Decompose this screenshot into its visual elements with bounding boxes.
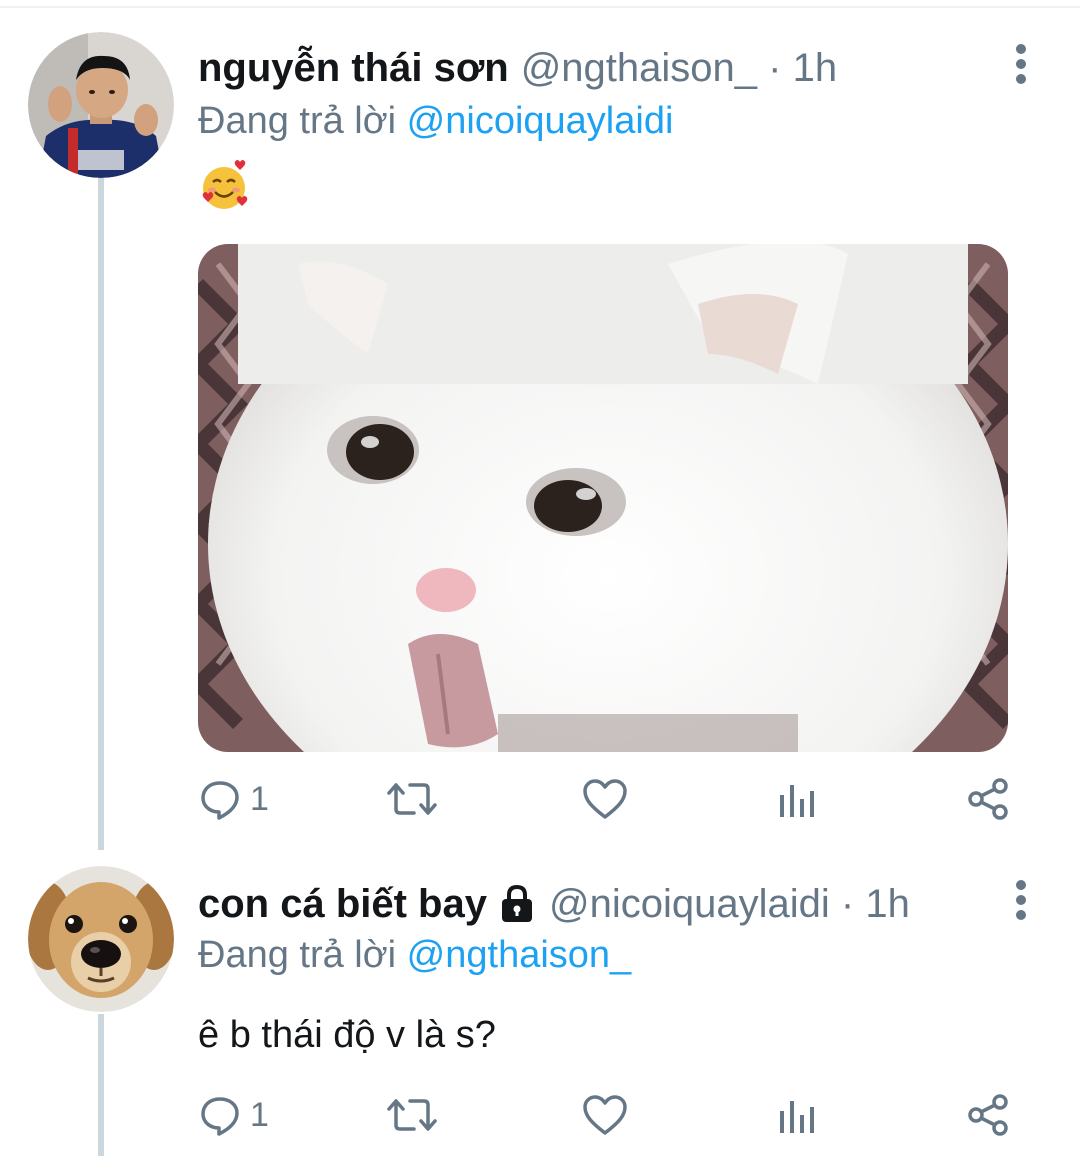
like-button[interactable] (582, 1090, 636, 1140)
boy-avatar (28, 32, 174, 178)
reply-button[interactable]: 1 (198, 1090, 269, 1140)
timestamp[interactable]: 1h (865, 882, 910, 926)
share-icon (968, 778, 1008, 820)
white-cat-photo (198, 244, 1008, 752)
share-icon (968, 1094, 1008, 1136)
handle[interactable]: @ngthaison_ (521, 46, 757, 90)
timestamp[interactable]: 1h (793, 46, 838, 90)
handle[interactable]: @nicoiquaylaidi (549, 882, 830, 926)
retweet-icon (387, 783, 437, 815)
top-divider (0, 6, 1080, 8)
retweet-icon (387, 1099, 437, 1131)
lock-icon (501, 884, 532, 922)
more-options-icon[interactable] (1006, 878, 1036, 928)
thread-line (98, 178, 104, 850)
tweet-actions: 1 (198, 774, 1014, 824)
heart-icon (583, 779, 627, 819)
share-button[interactable] (966, 774, 1010, 824)
retweet-button[interactable] (386, 774, 446, 824)
avatar[interactable] (28, 32, 174, 178)
replying-to: Đang trả lời @nicoiquaylaidi (198, 100, 673, 143)
display-name[interactable]: nguyễn thái sơn (198, 46, 509, 91)
tweet-meta: @nicoiquaylaidi · 1h (549, 882, 910, 927)
more-options-icon[interactable] (1006, 42, 1036, 92)
retweet-button[interactable] (386, 1090, 446, 1140)
share-button[interactable] (966, 1090, 1010, 1140)
reply-count: 1 (250, 1095, 269, 1134)
separator: · (840, 881, 855, 926)
puppy-avatar (28, 866, 174, 1012)
reply-prefix: Đang trả lời (198, 934, 397, 976)
like-button[interactable] (582, 774, 636, 824)
tweet-thread: nguyễn thái sơn @ngthaison_ · 1h Đang tr… (0, 0, 1080, 1156)
separator: · (768, 45, 782, 90)
reply-count: 1 (250, 779, 269, 818)
avatar[interactable] (28, 866, 174, 1012)
reply-mention[interactable]: @ngthaison_ (407, 934, 632, 976)
analytics-button[interactable] (776, 1090, 816, 1140)
tweet-actions: 1 (198, 1090, 1014, 1140)
tweet-text: ê b thái độ v là s? (198, 1014, 496, 1056)
heart-icon (583, 1095, 627, 1135)
tweet-meta: @ngthaison_ · 1h (521, 46, 837, 91)
analytics-icon (780, 785, 814, 817)
replying-to: Đang trả lời @ngthaison_ (198, 934, 631, 977)
reply-button[interactable]: 1 (198, 774, 269, 824)
reply-prefix: Đang trả lời (198, 100, 397, 142)
analytics-button[interactable] (776, 774, 816, 824)
analytics-icon (780, 1101, 814, 1133)
reply-icon (201, 1097, 239, 1136)
tweet-header: con cá biết bay @nicoiquaylaidi · 1h (198, 874, 910, 934)
tweet-header: nguyễn thái sơn @ngthaison_ · 1h (198, 38, 837, 98)
thread-line (98, 1014, 104, 1156)
reply-mention[interactable]: @nicoiquaylaidi (407, 100, 674, 142)
display-name[interactable]: con cá biết bay (198, 882, 487, 927)
tweet-media[interactable] (198, 244, 1008, 752)
smiling-face-with-hearts-icon (202, 160, 248, 209)
reply-icon (201, 781, 239, 820)
